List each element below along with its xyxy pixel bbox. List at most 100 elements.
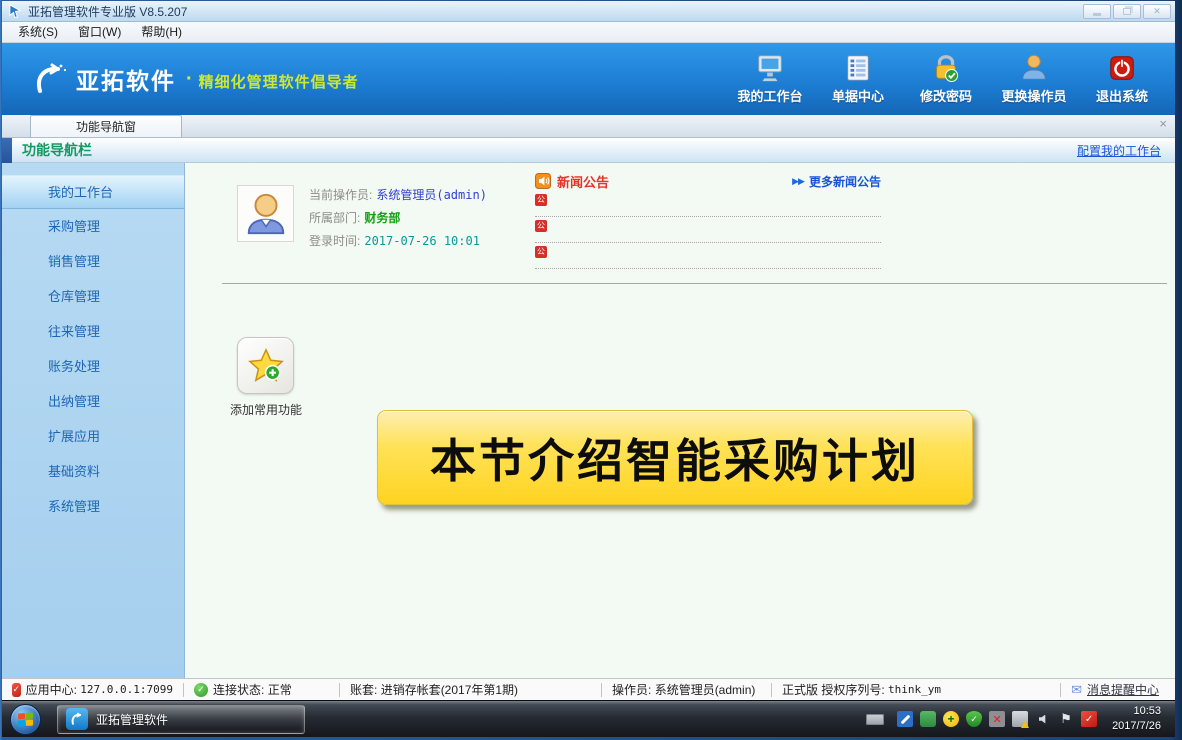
restore-button[interactable] <box>1113 4 1141 19</box>
menu-bar: 系统(S) 窗口(W) 帮助(H) <box>2 22 1175 43</box>
document-list-icon <box>843 53 873 83</box>
power-icon <box>1107 53 1137 83</box>
nav-header-strip: 功能导航栏 配置我的工作台 <box>2 138 1175 163</box>
login-time-label: 登录时间: <box>309 232 360 249</box>
sidebar-item-workbench[interactable]: 我的工作台 <box>2 175 184 209</box>
star-plus-icon <box>247 347 285 385</box>
tab-close-icon[interactable]: × <box>1159 117 1167 130</box>
app-center-value: 127.0.0.1:7099 <box>80 683 173 696</box>
message-center-label: 消息提醒中心 <box>1087 681 1159 698</box>
windows-flag-icon <box>18 712 34 727</box>
status-app-center: ✓ 应用中心: 127.0.0.1:7099 <box>2 683 184 697</box>
sidebar-item-purchase[interactable]: 采购管理 <box>2 209 184 244</box>
close-button[interactable]: ✕ <box>1143 4 1171 19</box>
header-actions: 我的工作台 单据中心 <box>731 53 1175 105</box>
section-divider <box>222 283 1167 284</box>
taskbar-app-button[interactable]: 亚拓管理软件 <box>57 705 305 734</box>
status-bar: ✓ 应用中心: 127.0.0.1:7099 ✓ 连接状态: 正常 账套: 进销… <box>2 678 1175 700</box>
news-item[interactable]: 公 <box>535 191 881 217</box>
sidebar-item-cashier[interactable]: 出纳管理 <box>2 384 184 419</box>
app-center-icon: ✓ <box>12 683 21 697</box>
brand-separator: · <box>186 68 193 91</box>
menu-window[interactable]: 窗口(W) <box>68 22 131 42</box>
network-warning-icon[interactable] <box>1012 711 1028 727</box>
sidebar-item-contacts[interactable]: 往来管理 <box>2 314 184 349</box>
announcement-icon: 公 <box>535 246 547 258</box>
start-button[interactable] <box>10 704 41 735</box>
minimize-button[interactable] <box>1083 4 1111 19</box>
license-label: 正式版 授权序列号: <box>782 681 885 698</box>
sidebar-item-accounting[interactable]: 账务处理 <box>2 349 184 384</box>
status-account-set: 账套: 进销存帐套(2017年第1期) <box>340 683 602 697</box>
news-item[interactable]: 公 <box>535 243 881 269</box>
workbench-button[interactable]: 我的工作台 <box>731 53 809 105</box>
configure-workbench-link[interactable]: 配置我的工作台 <box>1077 142 1161 159</box>
keyboard-icon[interactable] <box>866 714 884 725</box>
switch-operator-label: 更换操作员 <box>1001 86 1066 105</box>
sidebar-item-extensions[interactable]: 扩展应用 <box>2 419 184 454</box>
tab-nav-window[interactable]: 功能导航窗 <box>30 115 182 137</box>
workspace-content: 当前操作员: 系统管理员(admin) 所属部门: 财务部 登录时间: 2017… <box>185 163 1175 678</box>
account-set-label: 账套: <box>350 681 377 698</box>
login-time-value: 2017-07-26 10:01 <box>364 234 480 248</box>
operator-avatar <box>237 185 294 242</box>
speaker-icon <box>535 173 551 189</box>
more-news-link[interactable]: ▶▶ 更多新闻公告 <box>792 173 881 190</box>
department-label: 所属部门: <box>309 209 360 226</box>
sidebar-item-sales[interactable]: 销售管理 <box>2 244 184 279</box>
wrench-icon[interactable] <box>897 711 913 727</box>
flag-icon[interactable]: ⚑ <box>1058 711 1074 727</box>
taskbar-clock[interactable]: 10:53 2017/7/26 <box>1112 704 1165 734</box>
exit-system-button[interactable]: 退出系统 <box>1083 53 1161 105</box>
connection-value: 正常 <box>268 681 292 698</box>
operator-value: 系统管理员(admin) <box>376 186 487 203</box>
more-news-label: 更多新闻公告 <box>809 173 881 190</box>
sidebar-item-basic-data[interactable]: 基础资料 <box>2 454 184 489</box>
brand-header: 亚拓软件 · 精细化管理软件倡导者 我的工作台 <box>2 43 1175 115</box>
updater-icon[interactable]: + <box>943 711 959 727</box>
yato-app-icon[interactable]: ✓ <box>1081 711 1097 727</box>
shield-icon[interactable]: ✓ <box>966 711 982 727</box>
news-title: 新闻公告 <box>557 172 609 191</box>
package-icon[interactable] <box>920 711 936 727</box>
change-password-button[interactable]: 修改密码 <box>907 53 985 105</box>
news-item[interactable]: 公 <box>535 217 881 243</box>
department-value: 财务部 <box>364 209 400 226</box>
app-center-label: 应用中心: <box>26 681 77 698</box>
double-arrow-icon: ▶▶ <box>792 176 804 187</box>
account-set-value: 进销存帐套(2017年第1期) <box>381 681 518 698</box>
clock-date: 2017/7/26 <box>1112 719 1161 734</box>
speaker-tray-icon[interactable] <box>1035 711 1051 727</box>
change-password-label: 修改密码 <box>920 86 972 105</box>
switch-operator-button[interactable]: 更换操作员 <box>995 53 1073 105</box>
avatar-icon <box>243 191 289 237</box>
sidebar-item-system[interactable]: 系统管理 <box>2 489 184 524</box>
promo-banner-text: 本节介绍智能采购计划 <box>430 425 920 491</box>
brand-slogan: 精细化管理软件倡导者 <box>199 67 359 92</box>
connection-label: 连接状态: <box>213 681 264 698</box>
message-center-link[interactable]: ✉ 消息提醒中心 <box>1060 683 1175 697</box>
system-tray: + ✓ ✕ ⚑ ✓ 10:53 2017/7/26 <box>866 704 1175 734</box>
document-center-button[interactable]: 单据中心 <box>819 53 897 105</box>
sidebar-item-warehouse[interactable]: 仓库管理 <box>2 279 184 314</box>
menu-help[interactable]: 帮助(H) <box>131 22 192 42</box>
announcement-icon: 公 <box>535 194 547 206</box>
exit-system-label: 退出系统 <box>1096 86 1148 105</box>
status-connection: ✓ 连接状态: 正常 <box>184 683 340 697</box>
status-operator-value: 系统管理员(admin) <box>655 681 756 698</box>
connection-ok-icon: ✓ <box>194 683 208 697</box>
operator-label: 当前操作员: <box>309 186 372 203</box>
nav-accent-bar <box>2 138 12 163</box>
license-value: think_ym <box>888 683 941 696</box>
menu-system[interactable]: 系统(S) <box>8 22 68 42</box>
nav-title: 功能导航栏 <box>22 140 92 160</box>
tab-bar: 功能导航窗 × <box>2 115 1175 138</box>
add-favorite-button[interactable] <box>237 337 294 394</box>
document-center-label: 单据中心 <box>832 86 884 105</box>
status-operator-label: 操作员: <box>612 681 651 698</box>
window-title: 亚拓管理软件专业版 V8.5.207 <box>28 3 187 20</box>
plug-error-icon[interactable]: ✕ <box>989 711 1005 727</box>
desktop-screen: 亚拓管理软件专业版 V8.5.207 ✕ 系统(S) 窗口(W) 帮助(H) 亚… <box>0 0 1182 740</box>
yato-logo-icon <box>32 61 68 97</box>
clock-time: 10:53 <box>1112 704 1161 719</box>
